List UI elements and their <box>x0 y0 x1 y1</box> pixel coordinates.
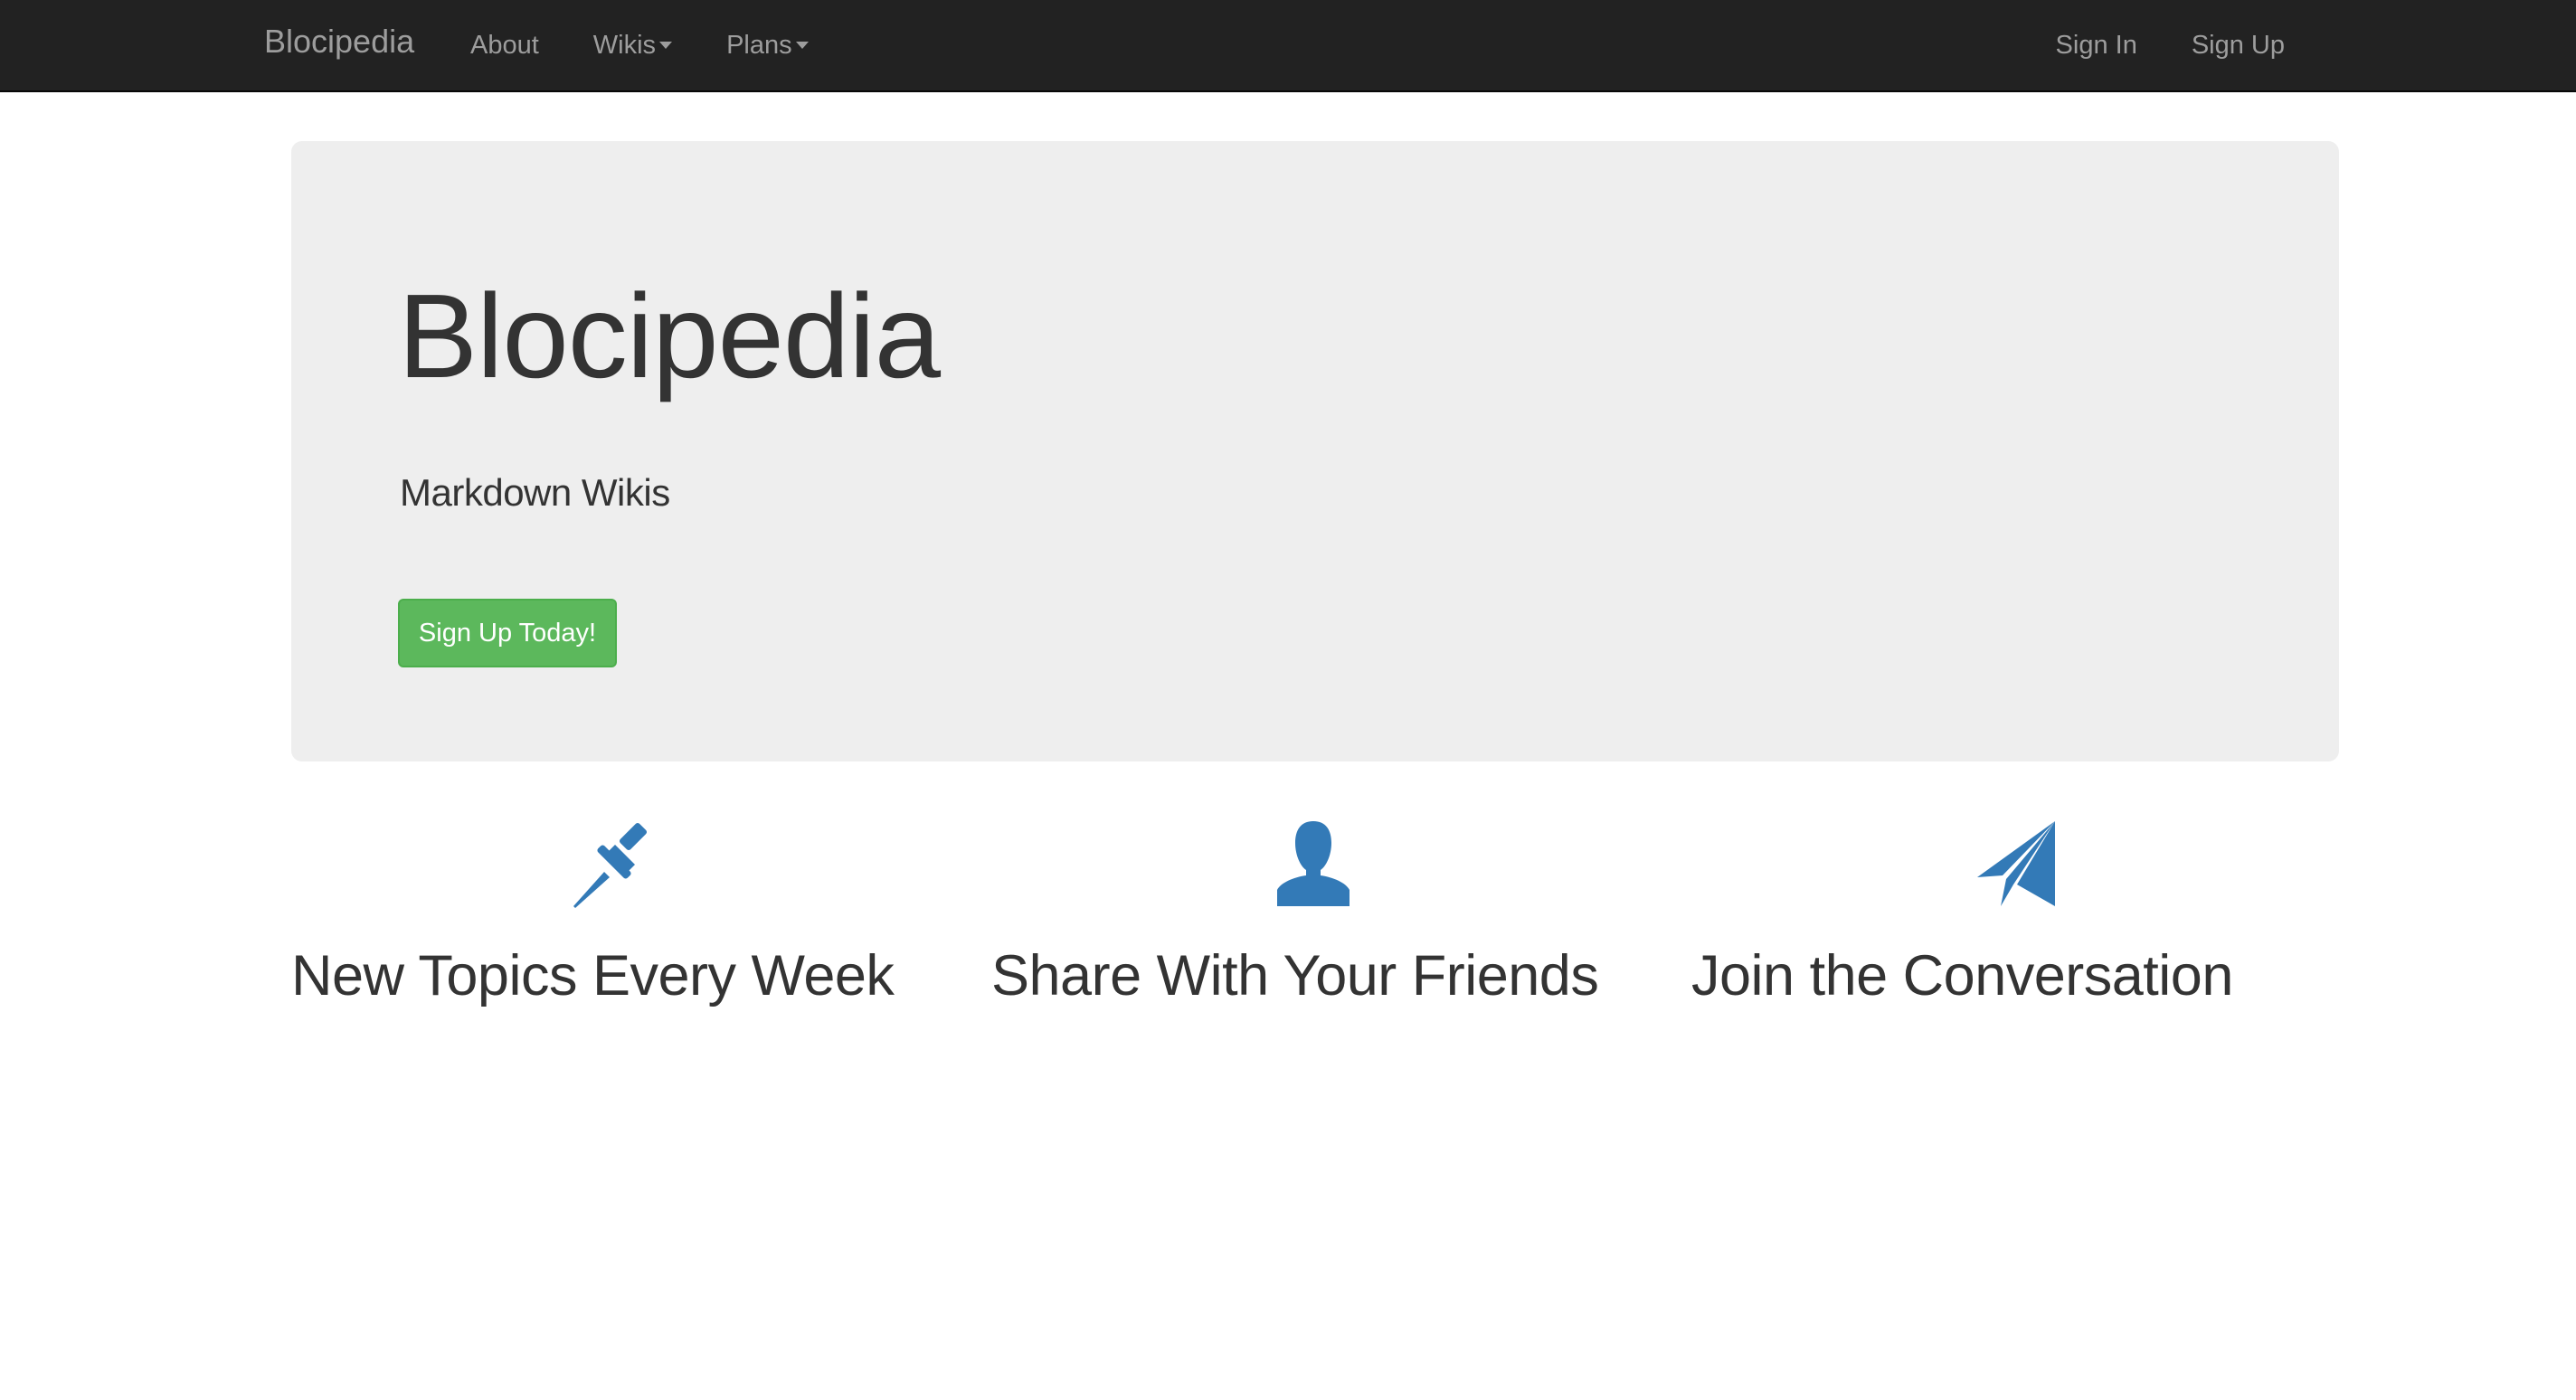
top-navbar: Blocipedia About Wikis Plans Sign In Sig… <box>0 0 2576 92</box>
nav-item-label: Sign In <box>2055 31 2137 60</box>
feature-title-new-topics: New Topics Every Week <box>291 944 895 1007</box>
caret-down-icon <box>795 42 809 49</box>
hero-subtitle: Markdown Wikis <box>400 471 670 514</box>
nav-item-label: Wikis <box>592 31 657 60</box>
feature-title-share-friends: Share With Your Friends <box>991 944 1599 1007</box>
nav-item-label: Plans <box>726 31 792 60</box>
navbar-right-menu: Sign In Sign Up <box>2029 0 2312 90</box>
navbar-left-menu: About Wikis Plans <box>443 0 836 90</box>
nav-item-label: Sign Up <box>2191 31 2285 60</box>
nav-item-label: About <box>470 31 539 60</box>
sign-up-today-button[interactable]: Sign Up Today! <box>398 599 617 667</box>
send-icon <box>1975 819 2062 906</box>
navbar-container: Blocipedia About Wikis Plans Sign In Sig… <box>237 0 2339 90</box>
nav-item-sign-in[interactable]: Sign In <box>2029 0 2164 90</box>
nav-item-wikis-dropdown[interactable]: Wikis <box>566 0 699 90</box>
pushpin-icon <box>572 821 658 908</box>
nav-item-sign-up[interactable]: Sign Up <box>2164 0 2312 90</box>
hero-jumbotron: Blocipedia Markdown Wikis Sign Up Today! <box>291 141 2339 761</box>
nav-item-plans-dropdown[interactable]: Plans <box>699 0 836 90</box>
feature-title-join-conversation: Join the Conversation <box>1691 944 2233 1007</box>
user-icon <box>1270 819 1357 906</box>
navbar-brand[interactable]: Blocipedia <box>264 0 414 90</box>
caret-down-icon <box>659 42 673 49</box>
nav-item-about[interactable]: About <box>443 0 566 90</box>
hero-title: Blocipedia <box>398 270 941 402</box>
